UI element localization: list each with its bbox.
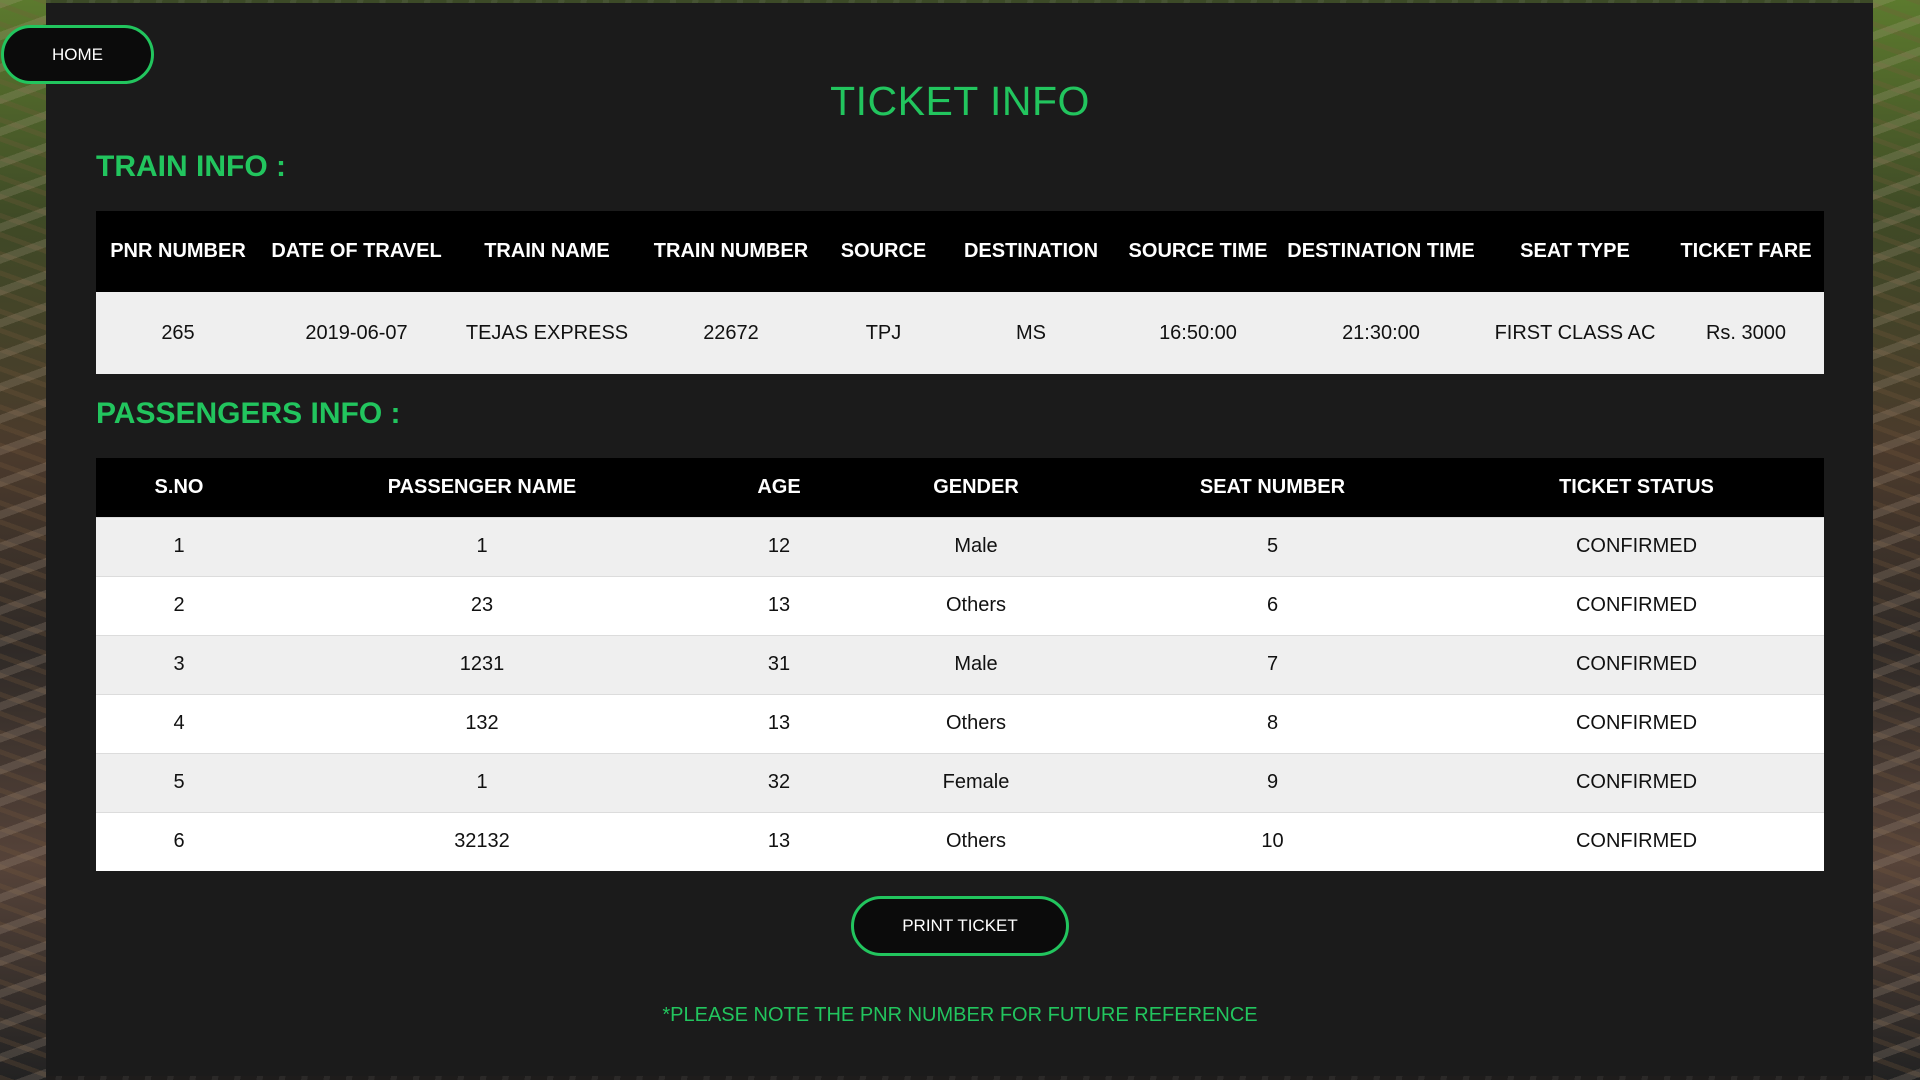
table-row: 3 1231 31 Male 7 CONFIRMED — [96, 634, 1824, 694]
train-cell-source-time: 16:50:00 — [1116, 292, 1280, 374]
pass-col-passenger-name: PASSENGER NAME — [262, 458, 702, 517]
table-row: 5 1 32 Female 9 CONFIRMED — [96, 752, 1824, 812]
pass-cell-age: 12 — [702, 516, 856, 576]
pass-col-seat-number: SEAT NUMBER — [1096, 458, 1449, 517]
pass-cell-ticket-status: CONFIRMED — [1449, 575, 1824, 635]
passengers-info-table: S.NO PASSENGER NAME AGE GENDER SEAT NUMB… — [96, 458, 1824, 871]
pass-col-ticket-status: TICKET STATUS — [1449, 458, 1824, 517]
pass-cell-seat-number: 7 — [1096, 634, 1449, 694]
background-photo-right — [1873, 0, 1920, 1080]
pass-cell-ticket-status: CONFIRMED — [1449, 516, 1824, 576]
pass-cell-ticket-status: CONFIRMED — [1449, 693, 1824, 753]
train-table-header-row: PNR NUMBER DATE OF TRAVEL TRAIN NAME TRA… — [96, 211, 1824, 292]
pass-cell-seat-number: 6 — [1096, 575, 1449, 635]
pass-cell-gender: Male — [856, 634, 1096, 694]
train-col-source: SOURCE — [821, 211, 946, 292]
page-title: TICKET INFO — [830, 78, 1090, 124]
train-col-destination-time: DESTINATION TIME — [1280, 211, 1482, 292]
background-photo-left — [0, 0, 46, 1080]
train-col-source-time: SOURCE TIME — [1116, 211, 1280, 292]
passengers-table-header-row: S.NO PASSENGER NAME AGE GENDER SEAT NUMB… — [96, 458, 1824, 517]
pass-cell-seat-number: 8 — [1096, 693, 1449, 753]
train-col-ticket-fare: TICKET FARE — [1668, 211, 1824, 292]
passengers-info-heading: PASSENGERS INFO : — [96, 397, 401, 430]
table-row: 4 132 13 Others 8 CONFIRMED — [96, 693, 1824, 753]
train-info-heading: TRAIN INFO : — [96, 150, 286, 183]
table-row: 6 32132 13 Others 10 CONFIRMED — [96, 811, 1824, 871]
pass-cell-seat-number: 5 — [1096, 516, 1449, 576]
train-col-train-name: TRAIN NAME — [453, 211, 641, 292]
pass-cell-sno: 6 — [96, 811, 262, 871]
pass-cell-age: 13 — [702, 575, 856, 635]
pass-cell-age: 13 — [702, 811, 856, 871]
train-cell-train-number: 22672 — [641, 292, 821, 374]
train-cell-seat-type: FIRST CLASS AC — [1482, 292, 1668, 374]
pass-col-gender: GENDER — [856, 458, 1096, 517]
train-col-seat-type: SEAT TYPE — [1482, 211, 1668, 292]
pass-cell-passenger-name: 1 — [262, 752, 702, 812]
train-cell-train-name: TEJAS EXPRESS — [453, 292, 641, 374]
train-cell-pnr-number: 265 — [96, 292, 260, 374]
pass-cell-ticket-status: CONFIRMED — [1449, 634, 1824, 694]
pass-cell-ticket-status: CONFIRMED — [1449, 752, 1824, 812]
pass-cell-sno: 2 — [96, 575, 262, 635]
pass-cell-seat-number: 10 — [1096, 811, 1449, 871]
print-ticket-button[interactable]: PRINT TICKET — [851, 896, 1069, 956]
pass-cell-seat-number: 9 — [1096, 752, 1449, 812]
train-col-pnr-number: PNR NUMBER — [96, 211, 260, 292]
train-cell-ticket-fare: Rs. 3000 — [1668, 292, 1824, 374]
home-button[interactable]: HOME — [1, 25, 154, 84]
pass-cell-gender: Others — [856, 693, 1096, 753]
pass-cell-passenger-name: 23 — [262, 575, 702, 635]
pass-cell-age: 13 — [702, 693, 856, 753]
pass-col-age: AGE — [702, 458, 856, 517]
train-info-table: PNR NUMBER DATE OF TRAVEL TRAIN NAME TRA… — [96, 211, 1824, 374]
pass-cell-gender: Male — [856, 516, 1096, 576]
pass-cell-sno: 4 — [96, 693, 262, 753]
train-col-destination: DESTINATION — [946, 211, 1116, 292]
pass-cell-sno: 5 — [96, 752, 262, 812]
pass-cell-passenger-name: 32132 — [262, 811, 702, 871]
train-col-date-of-travel: DATE OF TRAVEL — [260, 211, 453, 292]
pass-cell-passenger-name: 1 — [262, 516, 702, 576]
pass-cell-passenger-name: 132 — [262, 693, 702, 753]
pass-cell-sno: 1 — [96, 516, 262, 576]
pass-cell-sno: 3 — [96, 634, 262, 694]
table-row: 1 1 12 Male 5 CONFIRMED — [96, 516, 1824, 576]
pass-cell-age: 31 — [702, 634, 856, 694]
pass-cell-gender: Others — [856, 811, 1096, 871]
train-cell-source: TPJ — [821, 292, 946, 374]
pass-cell-passenger-name: 1231 — [262, 634, 702, 694]
pass-cell-gender: Female — [856, 752, 1096, 812]
pass-cell-ticket-status: CONFIRMED — [1449, 811, 1824, 871]
pass-cell-age: 32 — [702, 752, 856, 812]
train-col-train-number: TRAIN NUMBER — [641, 211, 821, 292]
table-row: 2 23 13 Others 6 CONFIRMED — [96, 575, 1824, 635]
train-cell-date-of-travel: 2019-06-07 — [260, 292, 453, 374]
pass-cell-gender: Others — [856, 575, 1096, 635]
train-cell-destination: MS — [946, 292, 1116, 374]
pass-col-sno: S.NO — [96, 458, 262, 517]
train-cell-destination-time: 21:30:00 — [1280, 292, 1482, 374]
train-row: 265 2019-06-07 TEJAS EXPRESS 22672 TPJ M… — [96, 292, 1824, 374]
pnr-reference-note: *PLEASE NOTE THE PNR NUMBER FOR FUTURE R… — [662, 1004, 1258, 1026]
